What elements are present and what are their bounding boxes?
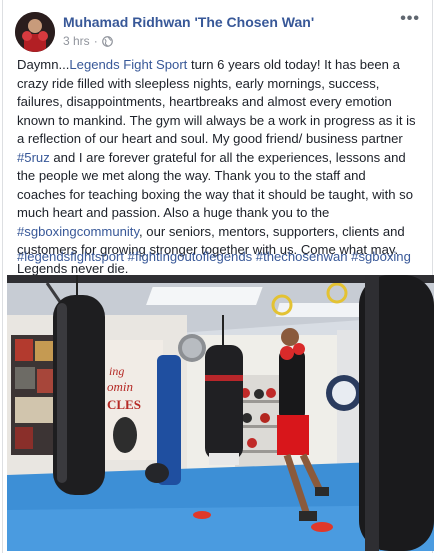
hashtag-link-sgboxingcommunity[interactable]: #sgboxingcommunity <box>17 224 139 239</box>
boxing-gym-photo[interactable]: ing omin CLES <box>7 275 434 551</box>
heavy-bag-right <box>359 275 434 551</box>
page-link-legends-fight-sport[interactable]: Legends Fight Sport <box>69 57 187 72</box>
hashtag-link[interactable]: #fightingoutoflegends <box>128 249 253 264</box>
post-header: Muhamad Ridhwan 'The Chosen Wan' 3 hrs ·… <box>15 11 420 52</box>
mural-text: omin <box>107 379 133 394</box>
more-options-icon[interactable]: ••• <box>400 11 420 27</box>
hashtag-link[interactable]: #sgboxing <box>351 249 411 264</box>
meta-separator: · <box>93 34 98 48</box>
post-meta: 3 hrs · <box>63 34 113 48</box>
post-text-part: and I are forever grateful for all the e… <box>17 149 413 221</box>
hashtag-link-5ruz[interactable]: #5ruz <box>17 150 50 165</box>
heavy-bag-left <box>53 275 105 495</box>
hashtag-link[interactable]: #thechosenwan <box>256 249 348 264</box>
post-text-part: Daymn... <box>17 57 70 72</box>
post-timestamp[interactable]: 3 hrs <box>63 34 90 48</box>
author-avatar[interactable] <box>15 12 55 52</box>
mural-text: CLES <box>107 397 141 412</box>
globe-icon <box>101 35 113 47</box>
mural-text: ing <box>109 364 124 378</box>
facebook-post: Muhamad Ridhwan 'The Chosen Wan' 3 hrs ·… <box>2 0 434 553</box>
wall-mural: ing omin CLES <box>103 340 163 460</box>
post-text: Daymn...Legends Fight Sport turn 6 years… <box>17 56 417 278</box>
hashtag-line: #legendsfightsport #fightingoutoflegends… <box>17 248 422 266</box>
hashtag-link[interactable]: #legendsfightsport <box>17 249 124 264</box>
author-name[interactable]: Muhamad Ridhwan 'The Chosen Wan' <box>63 14 314 30</box>
